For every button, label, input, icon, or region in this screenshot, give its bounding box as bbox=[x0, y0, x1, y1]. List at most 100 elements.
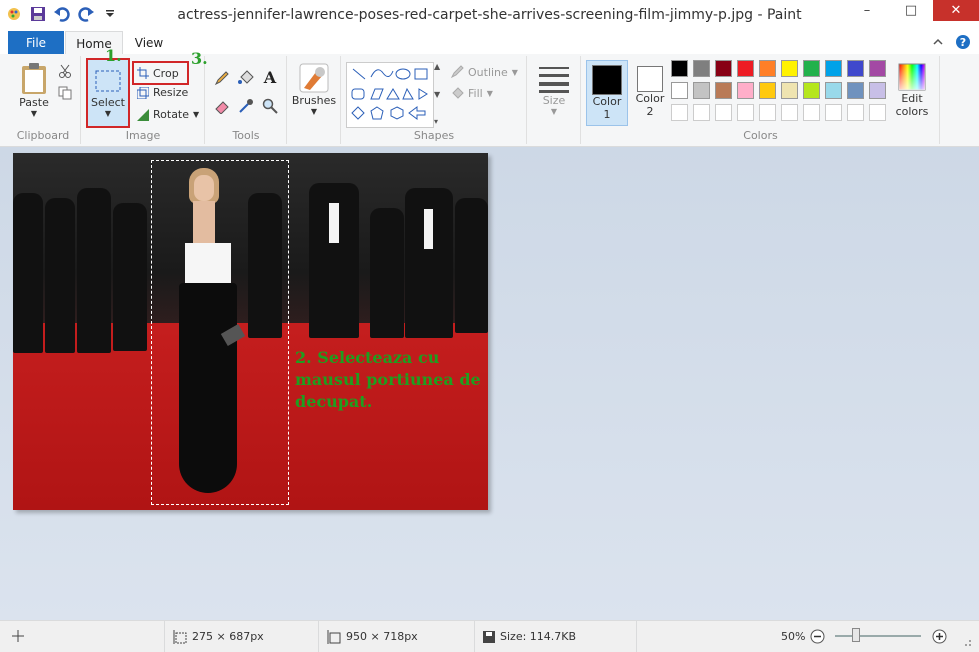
colors-group-label: Colors bbox=[743, 129, 778, 142]
paste-dropdown-icon[interactable]: ▼ bbox=[31, 109, 37, 118]
palette-swatch[interactable] bbox=[693, 60, 710, 77]
image-size-value: 950 × 718px bbox=[346, 630, 418, 643]
zoom-slider-thumb[interactable] bbox=[852, 628, 860, 642]
palette-swatch[interactable] bbox=[869, 104, 886, 121]
palette-swatch[interactable] bbox=[803, 104, 820, 121]
shapes-group: ▲ ▼ ▾ Outline ▼ Fill ▼ Shapes bbox=[342, 56, 527, 144]
edit-colors-button[interactable]: Edit colors bbox=[890, 62, 934, 118]
rotate-button[interactable]: Rotate ▼ bbox=[137, 108, 199, 121]
color-palette bbox=[671, 60, 888, 125]
image-canvas[interactable]: 2. Selecteaza cu mausul portiunea de dec… bbox=[13, 153, 488, 510]
pencil-icon[interactable] bbox=[214, 70, 230, 89]
tab-view[interactable]: View bbox=[124, 31, 174, 54]
palette-swatch[interactable] bbox=[715, 82, 732, 99]
image-size-cell: 950 × 718px bbox=[318, 621, 477, 652]
collapse-ribbon-icon[interactable] bbox=[933, 37, 943, 50]
cut-icon[interactable] bbox=[58, 64, 72, 81]
palette-swatch[interactable] bbox=[781, 60, 798, 77]
photo-silhouette bbox=[45, 198, 75, 353]
palette-swatch[interactable] bbox=[825, 82, 842, 99]
palette-swatch[interactable] bbox=[759, 82, 776, 99]
canvas-workspace[interactable]: 2. Selecteaza cu mausul portiunea de dec… bbox=[0, 147, 979, 620]
palette-swatch[interactable] bbox=[671, 104, 688, 121]
palette-swatch[interactable] bbox=[759, 104, 776, 121]
palette-swatch[interactable] bbox=[803, 82, 820, 99]
palette-swatch[interactable] bbox=[671, 82, 688, 99]
svg-text:?: ? bbox=[960, 36, 966, 49]
color2-swatch bbox=[637, 66, 663, 92]
file-size-value: Size: 114.7KB bbox=[500, 630, 577, 643]
palette-swatch[interactable] bbox=[825, 104, 842, 121]
brushes-button[interactable]: Brushes ▼ bbox=[292, 62, 336, 116]
image-group: Select ▼ Crop Resize Rotate ▼ Image bbox=[82, 56, 205, 144]
maximize-button[interactable]: □ bbox=[889, 0, 933, 21]
brush-icon bbox=[299, 63, 329, 93]
palette-swatch[interactable] bbox=[715, 104, 732, 121]
paste-icon bbox=[22, 63, 46, 94]
select-button[interactable]: Select ▼ bbox=[86, 58, 130, 128]
photo-shirt bbox=[329, 203, 339, 243]
status-bar: 275 × 687px 950 × 718px Size: 114.7KB 50… bbox=[0, 620, 979, 652]
fill-bucket-icon[interactable] bbox=[238, 70, 254, 89]
palette-swatch[interactable] bbox=[671, 60, 688, 77]
select-dropdown-icon[interactable]: ▼ bbox=[105, 109, 111, 118]
selection-rectangle[interactable] bbox=[151, 160, 289, 505]
palette-swatch[interactable] bbox=[847, 82, 864, 99]
resize-grip-icon[interactable] bbox=[962, 637, 972, 650]
brushes-dropdown-icon[interactable]: ▼ bbox=[311, 107, 317, 116]
window-controls: – □ ✕ bbox=[845, 0, 979, 21]
minimize-button[interactable]: – bbox=[845, 0, 889, 21]
selection-size-cell: 275 × 687px bbox=[164, 621, 323, 652]
palette-swatch[interactable] bbox=[759, 60, 776, 77]
fill-button[interactable]: Fill ▼ bbox=[450, 86, 493, 100]
palette-swatch[interactable] bbox=[737, 82, 754, 99]
palette-swatch[interactable] bbox=[781, 104, 798, 121]
palette-swatch[interactable] bbox=[869, 60, 886, 77]
palette-swatch[interactable] bbox=[847, 104, 864, 121]
palette-swatch[interactable] bbox=[803, 60, 820, 77]
tab-file[interactable]: File bbox=[8, 31, 64, 54]
rotate-dropdown-icon[interactable]: ▼ bbox=[193, 110, 199, 119]
resize-button[interactable]: Resize bbox=[137, 86, 188, 99]
paste-button[interactable]: Paste ▼ bbox=[14, 62, 54, 118]
shapes-gallery[interactable] bbox=[346, 62, 434, 128]
help-icon[interactable]: ? bbox=[955, 34, 971, 53]
zoom-slider-track[interactable] bbox=[835, 635, 921, 637]
clipboard-group: Paste ▼ Clipboard bbox=[6, 56, 81, 144]
palette-swatch[interactable] bbox=[781, 82, 798, 99]
color1-label: Color bbox=[592, 95, 622, 108]
size-group: Size ▼ bbox=[528, 56, 581, 144]
brushes-group: Brushes ▼ bbox=[288, 56, 341, 144]
palette-swatch[interactable] bbox=[825, 60, 842, 77]
selection-size-icon bbox=[173, 629, 187, 644]
outline-button[interactable]: Outline ▼ bbox=[450, 65, 518, 79]
crop-button[interactable]: Crop bbox=[132, 61, 189, 85]
copy-icon[interactable] bbox=[58, 86, 72, 103]
photo-silhouette bbox=[370, 208, 404, 338]
tools-group: A Tools bbox=[206, 56, 287, 144]
palette-swatch[interactable] bbox=[693, 104, 710, 121]
brushes-label: Brushes bbox=[291, 94, 337, 107]
zoom-in-icon[interactable] bbox=[932, 629, 947, 647]
palette-swatch[interactable] bbox=[869, 82, 886, 99]
magnifier-icon[interactable] bbox=[262, 98, 278, 117]
color2-button[interactable]: Color 2 bbox=[630, 60, 670, 124]
title-bar: actress-jennifer-lawrence-poses-red-carp… bbox=[0, 0, 979, 31]
palette-swatch[interactable] bbox=[737, 60, 754, 77]
photo-silhouette bbox=[13, 193, 43, 353]
size-button[interactable]: Size ▼ bbox=[536, 64, 572, 116]
zoom-out-icon[interactable] bbox=[810, 629, 825, 647]
palette-swatch[interactable] bbox=[737, 104, 754, 121]
zoom-level: 50% bbox=[781, 630, 806, 643]
text-tool-icon[interactable]: A bbox=[262, 68, 278, 88]
shapes-group-label: Shapes bbox=[413, 129, 455, 142]
shapes-scroll[interactable]: ▲ ▼ ▾ bbox=[434, 62, 442, 126]
palette-swatch[interactable] bbox=[693, 82, 710, 99]
palette-swatch[interactable] bbox=[715, 60, 732, 77]
eraser-icon[interactable] bbox=[214, 98, 230, 117]
palette-swatch[interactable] bbox=[847, 60, 864, 77]
color-picker-icon[interactable] bbox=[238, 98, 254, 117]
crop-label: Crop bbox=[153, 66, 179, 80]
color1-button[interactable]: Color 1 bbox=[586, 60, 628, 126]
close-button[interactable]: ✕ bbox=[933, 0, 979, 21]
